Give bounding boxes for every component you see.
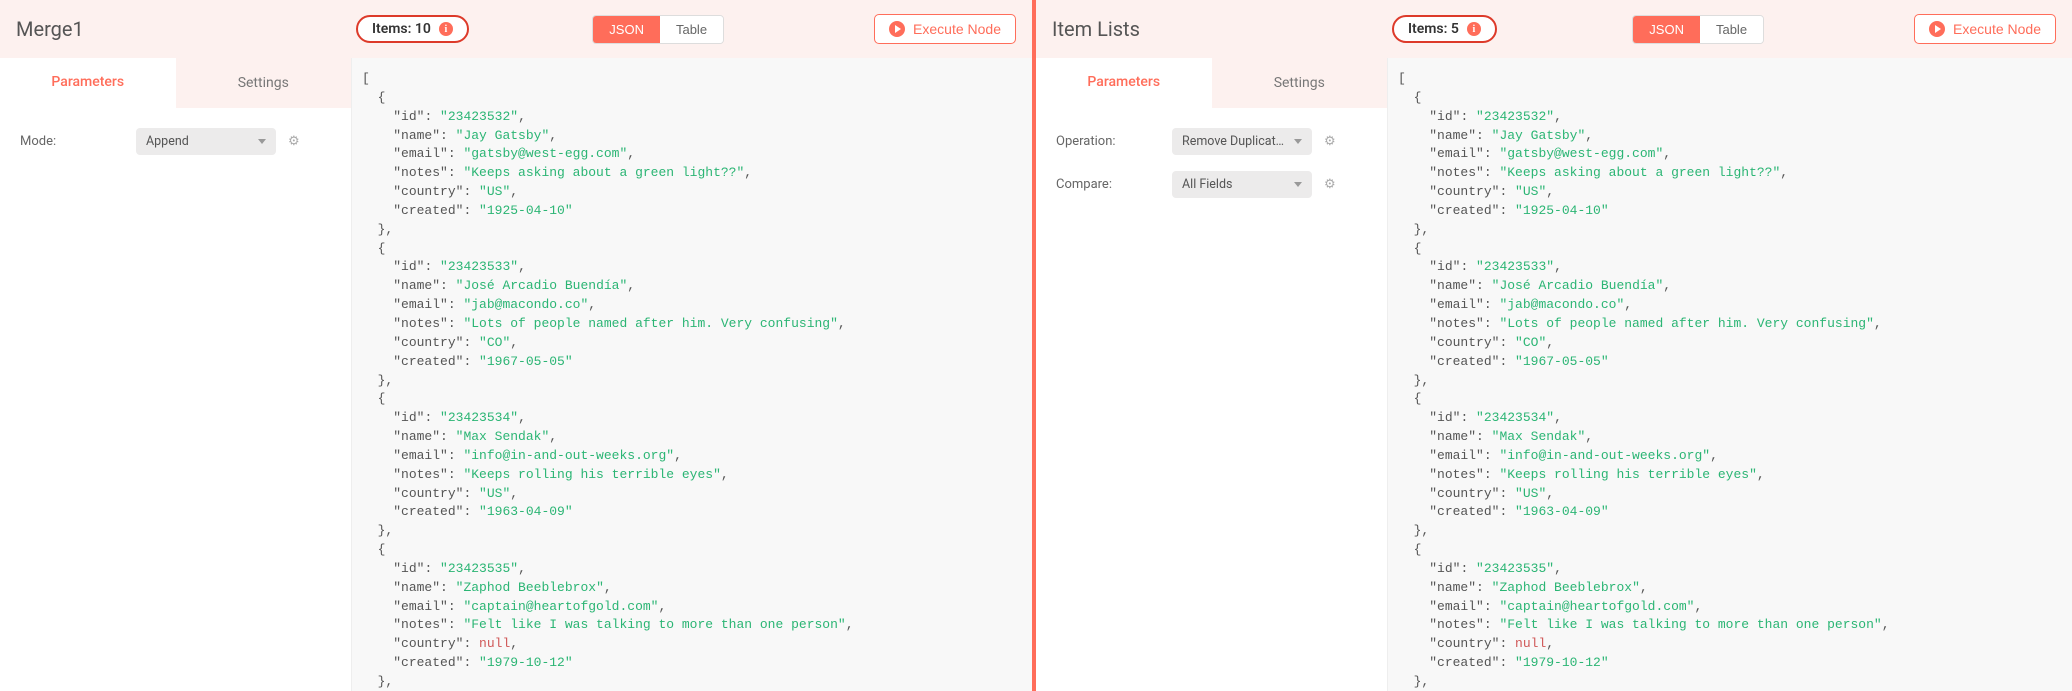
items-count-pill: Items: 5 i xyxy=(1392,15,1497,43)
sidebar-right: Parameters Settings Operation: Remove Du… xyxy=(1036,58,1388,691)
select-value: All Fields xyxy=(1182,177,1232,192)
tabs: Parameters Settings xyxy=(1036,58,1387,108)
info-icon[interactable]: i xyxy=(439,22,453,36)
table-view-button[interactable]: Table xyxy=(1700,16,1763,43)
play-icon xyxy=(889,21,905,37)
param-label: Operation: xyxy=(1056,134,1172,149)
parameters-form: Operation: Remove Duplicat… ⚙ Compare: A… xyxy=(1036,108,1387,234)
item-lists-node-panel: Item Lists Items: 5 i JSON Table Execute… xyxy=(1036,0,2072,691)
chevron-down-icon xyxy=(1294,182,1302,187)
items-count-label: Items: 5 xyxy=(1408,21,1459,37)
execute-label: Execute Node xyxy=(1953,21,2041,37)
json-output: [ { "id": "23423532", "name": "Jay Gatsb… xyxy=(352,58,1032,691)
parameters-form: Mode: Append ⚙ xyxy=(0,108,351,191)
tab-settings[interactable]: Settings xyxy=(176,58,352,108)
tab-parameters[interactable]: Parameters xyxy=(1036,58,1212,108)
topbar-right: Item Lists Items: 5 i JSON Table Execute… xyxy=(1036,0,2072,58)
tabs: Parameters Settings xyxy=(0,58,351,108)
play-icon xyxy=(1929,21,1945,37)
operation-select[interactable]: Remove Duplicat… xyxy=(1172,128,1312,155)
chevron-down-icon xyxy=(258,139,266,144)
tab-settings[interactable]: Settings xyxy=(1212,58,1388,108)
param-row-compare: Compare: All Fields ⚙ xyxy=(1056,171,1367,198)
gear-icon[interactable]: ⚙ xyxy=(288,134,300,149)
gear-icon[interactable]: ⚙ xyxy=(1324,177,1336,192)
view-toggle: JSON Table xyxy=(592,15,724,44)
topbar-left: Merge1 Items: 10 i JSON Table Execute No… xyxy=(0,0,1032,58)
param-row-mode: Mode: Append ⚙ xyxy=(20,128,331,155)
table-view-button[interactable]: Table xyxy=(660,16,723,43)
sidebar-left: Parameters Settings Mode: Append ⚙ xyxy=(0,58,352,691)
param-label: Mode: xyxy=(20,134,136,149)
items-count-label: Items: 10 xyxy=(372,21,431,37)
execute-label: Execute Node xyxy=(913,21,1001,37)
param-row-operation: Operation: Remove Duplicat… ⚙ xyxy=(1056,128,1367,155)
select-value: Append xyxy=(146,134,189,149)
execute-node-button[interactable]: Execute Node xyxy=(874,14,1016,44)
view-toggle: JSON Table xyxy=(1632,15,1764,44)
param-label: Compare: xyxy=(1056,177,1172,192)
items-count-pill: Items: 10 i xyxy=(356,15,469,43)
node-title: Item Lists xyxy=(1052,17,1392,41)
tab-parameters[interactable]: Parameters xyxy=(0,58,176,108)
json-output: [ { "id": "23423532", "name": "Jay Gatsb… xyxy=(1388,58,2072,691)
execute-node-button[interactable]: Execute Node xyxy=(1914,14,2056,44)
gear-icon[interactable]: ⚙ xyxy=(1324,134,1336,149)
mode-select[interactable]: Append xyxy=(136,128,276,155)
node-title: Merge1 xyxy=(16,17,356,41)
merge-node-panel: Merge1 Items: 10 i JSON Table Execute No… xyxy=(0,0,1036,691)
json-view-button[interactable]: JSON xyxy=(1633,16,1700,43)
info-icon[interactable]: i xyxy=(1467,22,1481,36)
select-value: Remove Duplicat… xyxy=(1182,134,1284,149)
chevron-down-icon xyxy=(1294,139,1302,144)
compare-select[interactable]: All Fields xyxy=(1172,171,1312,198)
json-view-button[interactable]: JSON xyxy=(593,16,660,43)
